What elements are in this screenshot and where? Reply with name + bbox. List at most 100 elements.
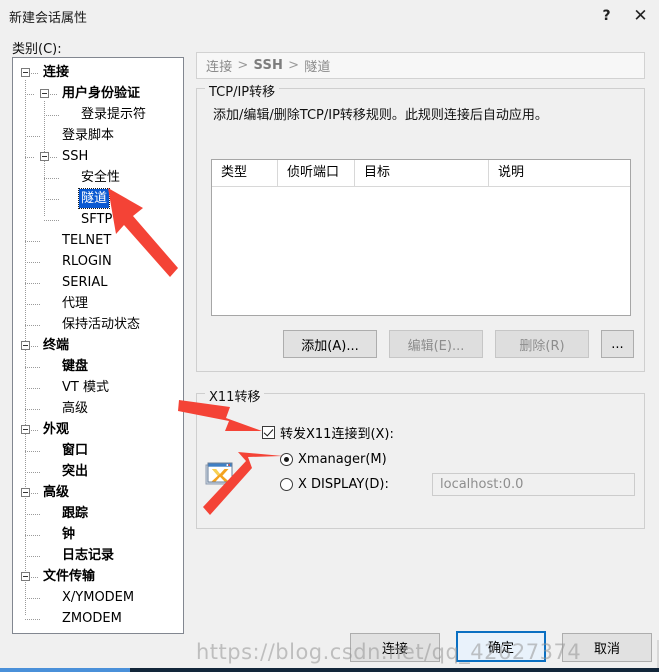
column-header[interactable]: 说明 [489, 160, 630, 186]
forwarding-rules-list[interactable]: 类型 侦听端口 目标 说明 [211, 159, 631, 316]
bottom-accent-left [0, 668, 130, 672]
tree-item-label: 钟 [62, 527, 76, 542]
xmanager-radio-row[interactable]: Xmanager(M) [280, 452, 387, 467]
tree-item-rlogin[interactable]: RLOGIN [60, 252, 114, 271]
new-session-properties-dialog: 新建会话属性 ? ✕ 类别(C): 连接 用户身份验证 登录提示符 登录脚本 SSH 安全… [0, 0, 659, 672]
tree-item-[interactable]: 终端 [41, 336, 71, 355]
xdisplay-radio-row[interactable]: X DISPLAY(D): [280, 477, 389, 492]
tree-item-[interactable]: 键盘 [60, 357, 90, 376]
tree-item-[interactable]: 跟踪 [60, 504, 90, 523]
breadcrumb-item-ssh: SSH [253, 58, 284, 73]
help-icon[interactable]: ? [590, 0, 623, 31]
column-header[interactable]: 目标 [355, 160, 489, 186]
tree-item-[interactable]: 登录脚本 [60, 126, 116, 145]
tree-guide-connector [25, 556, 41, 557]
tree-item-[interactable]: 用户身份验证 [60, 84, 142, 103]
column-header[interactable]: 侦听端口 [278, 160, 355, 186]
xdisplay-radio-label: X DISPLAY(D): [298, 477, 389, 492]
forwarding-rules-header: 类型 侦听端口 目标 说明 [212, 160, 630, 187]
tree-item-[interactable]: 登录提示符 [79, 105, 148, 124]
tree-item-label: X/YMODEM [62, 590, 135, 605]
tree-item-[interactable]: 隧道 [77, 188, 111, 209]
xdisplay-input[interactable]: localhost:0.0 [432, 473, 635, 496]
category-tree-inner: 连接用户身份验证登录提示符登录脚本 SSH 安全性隧道 SFTP TELNET RLOGI… [13, 58, 183, 633]
tree-guide-connector [31, 577, 39, 578]
tree-guide-connector [31, 430, 39, 431]
connect-button[interactable]: 连接 [350, 633, 440, 662]
tree-guide-connector [25, 535, 41, 536]
tree-guide-connector [50, 157, 58, 158]
forward-x11-checkbox-row[interactable]: 转发X11连接到(X): [262, 423, 394, 442]
xmanager-radio-label: Xmanager(M) [298, 452, 387, 467]
tree-item-ssh[interactable]: SSH [60, 147, 90, 166]
tree-item-telnet[interactable]: TELNET [60, 231, 113, 250]
tree-expander-icon[interactable] [21, 572, 30, 581]
tree-item-label: 文件传输 [43, 569, 96, 584]
tree-item-[interactable]: 钟 [60, 525, 77, 544]
tree-guide-connector [25, 94, 35, 95]
add-rule-button[interactable]: 添加(A)... [283, 330, 377, 358]
tree-item-label: VT 模式 [62, 380, 109, 395]
tcpip-description: 添加/编辑/删除TCP/IP转移规则。此规则连接后自动应用。 [213, 108, 548, 123]
forward-x11-checkbox[interactable] [262, 426, 275, 439]
tree-expander-icon[interactable] [21, 341, 30, 350]
tree-item-serial[interactable]: SERIAL [60, 273, 109, 292]
tree-item-[interactable]: 高级 [60, 399, 90, 418]
title-bar: 新建会话属性 ? ✕ [0, 0, 659, 31]
tree-item-label: ZMODEM [62, 611, 122, 626]
tree-item-sftp[interactable]: SFTP [79, 210, 114, 229]
tree-expander-icon[interactable] [21, 425, 30, 434]
tree-guide-connector [25, 157, 35, 158]
tree-item-vt[interactable]: VT 模式 [60, 378, 111, 397]
tree-item-label: SSH [62, 149, 89, 164]
tree-item-x-ymodem[interactable]: X/YMODEM [60, 588, 136, 607]
tree-guide-connector [44, 115, 60, 116]
close-icon[interactable]: ✕ [624, 0, 657, 31]
tree-item-label: 突出 [62, 464, 89, 479]
tree-item-label: 窗口 [62, 443, 89, 458]
tree-expander-icon[interactable] [21, 68, 30, 77]
tree-item-[interactable]: 安全性 [79, 168, 122, 187]
more-options-button[interactable]: ... [601, 330, 634, 358]
tree-item-[interactable]: 外观 [41, 420, 71, 439]
tree-item-[interactable]: 突出 [60, 462, 90, 481]
tree-guide-connector [25, 451, 41, 452]
tree-item-[interactable]: 窗口 [60, 441, 90, 460]
tree-item-label: SFTP [81, 212, 113, 227]
xdisplay-radio[interactable] [280, 478, 293, 491]
breadcrumb-separator-1: > [237, 58, 249, 73]
tree-expander-icon[interactable] [21, 488, 30, 497]
tree-item-[interactable]: 保持活动状态 [60, 315, 142, 334]
tree-item-[interactable]: 代理 [60, 294, 90, 313]
tree-item-label: 隧道 [77, 188, 111, 209]
column-header[interactable]: 类型 [212, 160, 278, 186]
category-tree[interactable]: 连接用户身份验证登录提示符登录脚本 SSH 安全性隧道 SFTP TELNET RLOGI… [12, 57, 184, 634]
tree-item-[interactable]: 高级 [41, 483, 71, 502]
xmanager-icon [205, 462, 233, 485]
tree-item-zmodem[interactable]: ZMODEM [60, 609, 124, 628]
tree-item-label: 高级 [62, 401, 89, 416]
breadcrumb-item-tunnel: 隧道 [304, 60, 331, 75]
tree-item-label: 终端 [43, 338, 70, 353]
tree-item-label: 跟踪 [62, 506, 89, 521]
delete-rule-button[interactable]: 删除(R) [495, 330, 589, 358]
tree-item-label: SERIAL [62, 275, 108, 290]
tree-expander-icon[interactable] [40, 152, 49, 161]
tree-item-[interactable]: 日志记录 [60, 546, 116, 565]
tree-item-label: 保持活动状态 [62, 317, 141, 332]
tree-item-label: 登录脚本 [62, 128, 115, 143]
forwarding-rules-body[interactable] [212, 187, 630, 315]
tree-item-label: 连接 [43, 65, 70, 80]
tree-guide-connector [44, 220, 60, 221]
tree-guide-connector [25, 241, 41, 242]
tree-item-[interactable]: 连接 [41, 63, 71, 82]
edit-rule-button[interactable]: 编辑(E)... [389, 330, 483, 358]
cancel-button[interactable]: 取消 [562, 633, 652, 662]
tree-item-label: 安全性 [81, 170, 121, 185]
tree-item-label: 高级 [43, 485, 70, 500]
tree-item-[interactable]: 文件传输 [41, 567, 97, 586]
tree-guide-connector [50, 94, 58, 95]
xmanager-radio[interactable] [280, 453, 293, 466]
tree-expander-icon[interactable] [40, 89, 49, 98]
ok-button[interactable]: 确定 [456, 631, 546, 662]
